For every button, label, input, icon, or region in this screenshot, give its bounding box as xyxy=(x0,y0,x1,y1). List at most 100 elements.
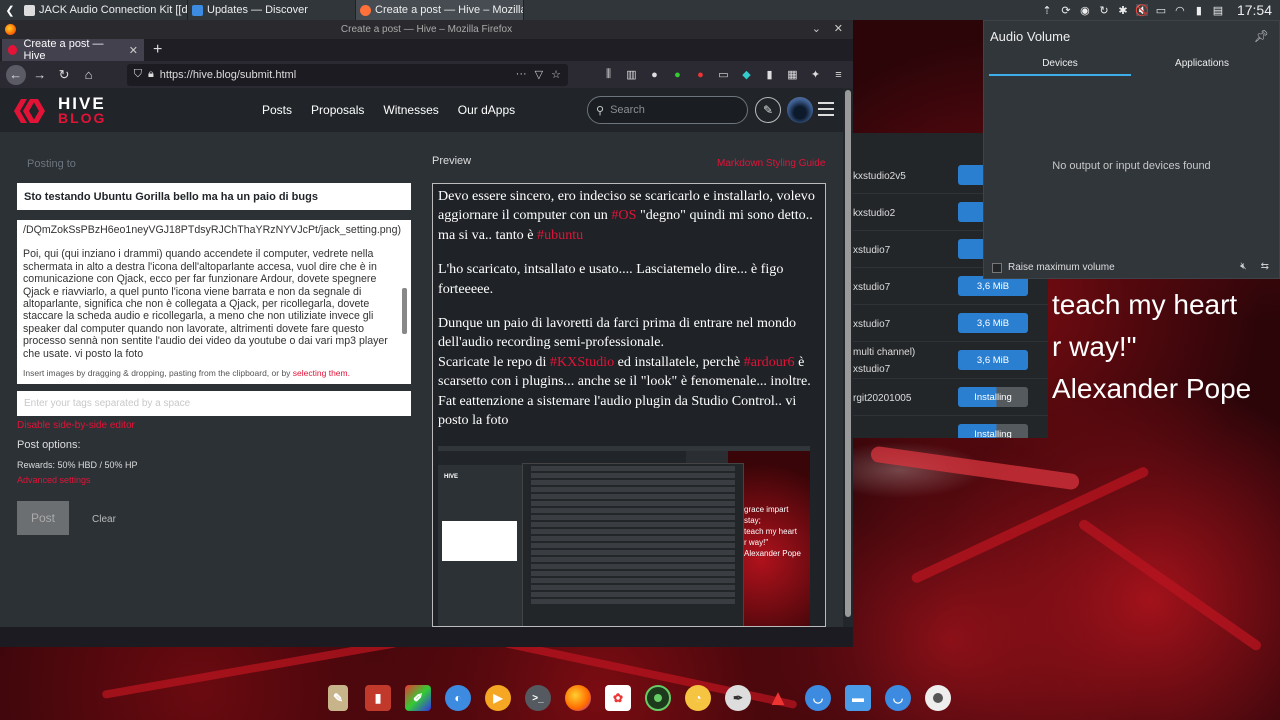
write-post-button[interactable]: ✎ xyxy=(755,97,781,123)
shield-icon[interactable]: ⛉ xyxy=(134,68,142,81)
tab-devices[interactable]: Devices xyxy=(989,54,1131,76)
hamburger-menu-icon[interactable] xyxy=(818,102,834,116)
post-body-textarea[interactable]: /DQmZokSsPBzH6eo1neyVGJ18PTdsyRJChThaYRz… xyxy=(23,224,401,361)
tag-kxstudio-link[interactable]: #KXStudio xyxy=(550,354,614,370)
menu-icon[interactable]: ≡ xyxy=(828,63,849,86)
list-item[interactable]: Installing xyxy=(853,416,1048,438)
settings-sliders-icon[interactable]: ⇆ xyxy=(1261,261,1269,272)
search-input[interactable]: ⚲ Search xyxy=(587,96,748,124)
clock[interactable]: 17:54 xyxy=(1237,2,1272,18)
dock-item[interactable]: ▮ xyxy=(360,680,396,716)
close-tab-icon[interactable]: ✕ xyxy=(129,44,138,57)
dock-item[interactable] xyxy=(920,680,956,716)
nav-posts[interactable]: Posts xyxy=(262,103,292,117)
post-body-editor[interactable]: /DQmZokSsPBzH6eo1neyVGJ18PTdsyRJChThaYRz… xyxy=(17,220,411,384)
extension-green-icon[interactable]: ● xyxy=(667,63,688,86)
disable-editor-link[interactable]: Disable side-by-side editor xyxy=(17,420,135,431)
dock-item[interactable]: ✿ xyxy=(600,680,636,716)
clear-button[interactable]: Clear xyxy=(92,514,116,525)
extensions-icon[interactable]: ✦ xyxy=(805,63,826,86)
tag-ardour6-link[interactable]: #ardour6 xyxy=(744,354,795,370)
extension-teal-icon[interactable]: ◆ xyxy=(736,63,757,86)
tags-input[interactable]: Enter your tags separated by a space xyxy=(17,391,411,416)
list-item[interactable]: rgit20201005 Installing xyxy=(853,379,1048,416)
dock-item[interactable]: ✒ xyxy=(720,680,756,716)
post-button[interactable]: Post xyxy=(17,501,69,535)
posting-to-label[interactable]: Posting to xyxy=(27,158,76,170)
dock-item[interactable]: >_ xyxy=(520,680,556,716)
raise-max-volume[interactable]: Raise maximum volume xyxy=(992,262,1115,273)
url-bar[interactable]: ⛉ 🔒︎ https://hive.blog/submit.html ··· ▽… xyxy=(126,63,568,86)
terminal-icon: >_ xyxy=(525,685,551,711)
tag-ubuntu-link[interactable]: #ubuntu xyxy=(537,227,583,243)
speaker-muted-icon[interactable]: 🔇︎ xyxy=(1240,261,1246,272)
nav-our-dapps[interactable]: Our dApps xyxy=(458,103,515,117)
bookmark-star-icon[interactable]: ☆ xyxy=(551,68,561,81)
clipboard-icon[interactable]: ▤ xyxy=(1212,4,1224,17)
library-icon[interactable]: ⫼ xyxy=(598,63,619,86)
task-discover[interactable]: Updates — Discover xyxy=(188,0,356,20)
pencil-icon: ✎ xyxy=(762,103,774,117)
pocket-icon[interactable]: ▽ xyxy=(535,68,543,81)
page-scrollbar[interactable] xyxy=(843,88,853,627)
home-icon[interactable]: ⌂ xyxy=(76,63,100,86)
pin-icon[interactable]: 📌︎ xyxy=(1254,29,1269,43)
nav-proposals[interactable]: Proposals xyxy=(311,103,364,117)
advanced-settings-link[interactable]: Advanced settings xyxy=(17,475,91,485)
dock-item[interactable]: ✐ xyxy=(400,680,436,716)
tag-os-link[interactable]: #OS xyxy=(611,207,636,223)
battery-icon[interactable]: ▮ xyxy=(1193,4,1205,17)
tab-create-post[interactable]: Create a post — Hive ✕ xyxy=(2,38,144,62)
preview-body: Devo essere sincero, ero indeciso se sca… xyxy=(438,188,815,429)
markdown-guide-link[interactable]: Markdown Styling Guide xyxy=(717,158,825,169)
task-firefox[interactable]: Create a post — Hive – Mozilla Fir... xyxy=(356,0,524,20)
avatar[interactable] xyxy=(787,97,813,123)
tab-applications[interactable]: Applications xyxy=(1131,54,1273,76)
arrow-up-icon[interactable]: ⇡ xyxy=(1041,4,1053,17)
dock-item[interactable]: ✎ xyxy=(320,680,356,716)
wifi-icon[interactable]: ◠ xyxy=(1174,4,1186,17)
dock: ✎ ▮ ✐ ◐ ▶ >_ ✿ ◔ ✒ ▲ ◡ ▬ ◡ xyxy=(320,680,963,716)
dock-item[interactable]: ▬ xyxy=(840,680,876,716)
extension-red-icon[interactable]: ● xyxy=(690,63,711,86)
dock-item[interactable]: ▲ xyxy=(760,680,796,716)
new-tab-button[interactable]: + xyxy=(144,39,171,61)
minimize-icon[interactable]: ⌄ xyxy=(812,22,821,35)
dock-item[interactable]: ◐ xyxy=(440,680,476,716)
account-icon[interactable]: ● xyxy=(644,63,665,86)
extension-grid-icon[interactable]: ▦ xyxy=(782,63,803,86)
back-icon[interactable]: ← xyxy=(6,64,26,85)
nav-witnesses[interactable]: Witnesses xyxy=(383,103,438,117)
dock-item[interactable] xyxy=(560,680,596,716)
forward-icon[interactable]: → xyxy=(28,63,52,86)
task-jack[interactable]: JACK Audio Connection Kit [[default]... xyxy=(20,0,188,20)
app-launcher-icon[interactable]: ❮ xyxy=(0,0,20,20)
list-item[interactable]: multi channel) xstudio7 3,6 MiB xyxy=(853,342,1048,379)
status-icon[interactable]: ◉ xyxy=(1079,4,1091,17)
bluetooth-icon[interactable]: ✱ xyxy=(1117,4,1129,17)
reload-icon[interactable]: ↻ xyxy=(52,63,76,86)
dock-item[interactable]: ◡ xyxy=(800,680,836,716)
post-title-input[interactable]: Sto testando Ubuntu Gorilla bello ma ha … xyxy=(17,183,411,210)
list-item[interactable]: xstudio7 3,6 MiB xyxy=(853,305,1048,342)
select-images-link[interactable]: selecting them. xyxy=(293,368,350,378)
close-icon[interactable]: ✕ xyxy=(834,22,843,35)
ardour-icon xyxy=(645,685,671,711)
lock-icon[interactable]: 🔒︎ xyxy=(148,68,154,81)
update-icon[interactable]: ⟳ xyxy=(1060,4,1072,17)
dock-item[interactable]: ▶ xyxy=(480,680,516,716)
screenshot-icon[interactable]: ▭ xyxy=(713,63,734,86)
dock-item[interactable]: ◔ xyxy=(680,680,716,716)
raise-max-checkbox[interactable] xyxy=(992,262,1002,273)
sidebar-icon[interactable]: ▥ xyxy=(621,63,642,86)
volume-muted-icon[interactable]: 🔇 xyxy=(1135,4,1149,17)
dock-item[interactable] xyxy=(640,680,676,716)
dock-item[interactable]: ◡ xyxy=(880,680,916,716)
more-icon[interactable]: ··· xyxy=(516,68,527,81)
extension-bars-icon[interactable]: ▮ xyxy=(759,63,780,86)
updates-icon[interactable]: ↻ xyxy=(1098,4,1110,17)
editor-scrollbar[interactable] xyxy=(402,288,407,334)
display-icon[interactable]: ▭ xyxy=(1155,4,1167,17)
hive-logo[interactable]: HIVE BLOG xyxy=(10,95,106,126)
text-editor-icon: ✒ xyxy=(725,685,751,711)
